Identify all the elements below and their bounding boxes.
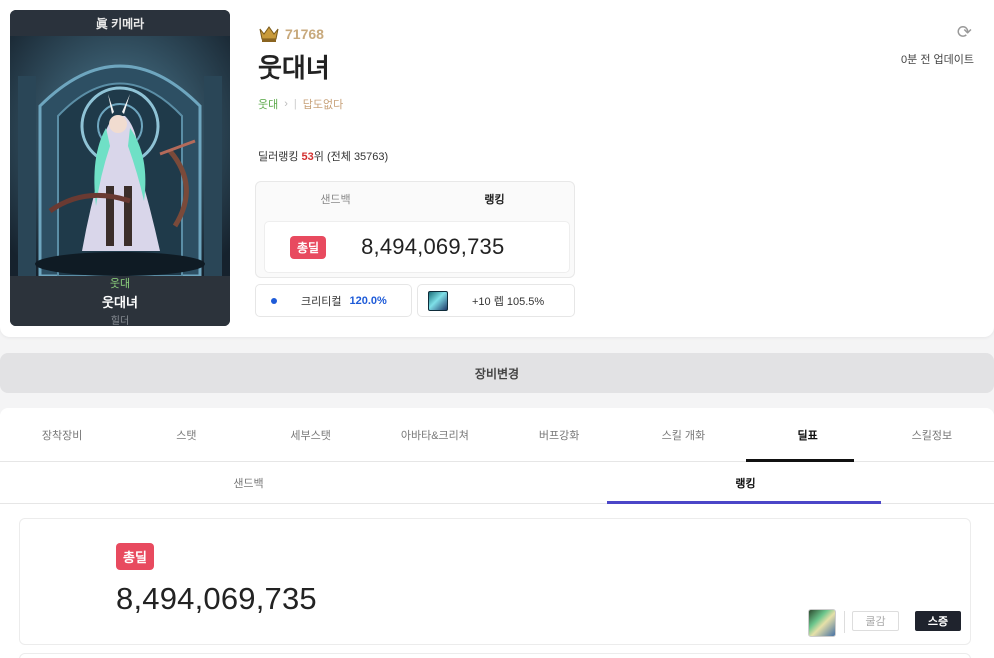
tab-skill-bloom[interactable]: 스킬 개화 xyxy=(621,408,745,461)
next-card-edge xyxy=(19,653,971,658)
damage-tabs: 샌드백 랭킹 xyxy=(256,182,574,216)
ranking-rank: 53 xyxy=(301,151,314,163)
total-damage-box: 총딜 8,494,069,735 xyxy=(264,221,570,273)
ranking-prefix: 딜러랭킹 xyxy=(258,151,299,163)
ranking-total: (전체 35763) xyxy=(326,151,389,163)
critical-value: 120.0% xyxy=(349,294,387,307)
total-damage-value: 8,494,069,735 xyxy=(361,234,505,259)
tab-ranking[interactable]: 랭킹 xyxy=(415,182,574,216)
tab-buff-enhance[interactable]: 버프강화 xyxy=(497,408,621,461)
subtab-sandbag[interactable]: 샌드백 xyxy=(0,462,497,503)
page-title: 웃대녀 xyxy=(258,53,330,83)
weapon-icon xyxy=(428,290,448,311)
chevron-right-icon: › xyxy=(284,98,288,110)
subtab-ranking[interactable]: 랭킹 xyxy=(497,462,994,504)
character-guild: 웃대 xyxy=(109,278,131,290)
character-portrait: 眞 키메라 웃대 웃대녀 힐더 xyxy=(10,10,230,326)
weapon-stat: +10 렙 105.5% xyxy=(417,284,575,317)
total-damage-large: 8,494,069,735 xyxy=(116,581,317,616)
skill-icon[interactable] xyxy=(808,609,836,637)
critical-label: 크리티컬 xyxy=(301,295,342,308)
tab-skill-info[interactable]: 스킬정보 xyxy=(870,408,994,461)
server-label: 眞 키메라 xyxy=(10,10,230,36)
fame-value: 71768 xyxy=(285,26,324,42)
divider xyxy=(844,611,845,633)
guild-link[interactable]: 웃대 xyxy=(258,96,278,112)
stack-toggle-button[interactable]: 스증 xyxy=(915,611,961,631)
critical-stat: 크리티컬 120.0% xyxy=(255,284,412,317)
character-job: 힐더 xyxy=(110,316,130,326)
divider: | xyxy=(293,98,297,110)
tab-stats[interactable]: 스탯 xyxy=(124,408,248,461)
damage-summary-panel: 샌드백 랭킹 총딜 8,494,069,735 xyxy=(255,181,575,278)
total-damage-badge: 총딜 xyxy=(116,543,154,570)
tab-damage-table[interactable]: 딜표 xyxy=(745,408,870,462)
sub-tabs: 샌드백 랭킹 xyxy=(0,462,994,504)
update-status: 0분 전 업데이트 xyxy=(901,54,974,66)
tab-avatar-creature[interactable]: 아바타&크리쳐 xyxy=(373,408,497,461)
ranking-suffix: 위 xyxy=(313,151,324,163)
tab-detail-stats[interactable]: 세부스탯 xyxy=(249,408,373,461)
total-damage-badge: 총딜 xyxy=(290,235,327,259)
profile-card: 眞 키메라 웃대 웃대녀 힐더 71768 웃대녀 웃대 › | 답도없다 ⟳ … xyxy=(0,0,994,337)
detail-section: 장착장비 스탯 세부스탯 아바타&크리쳐 버프강화 스킬 개화 딜표 스킬정보 … xyxy=(0,408,994,658)
equipment-change-button[interactable]: 장비변경 xyxy=(0,353,994,393)
refresh-icon[interactable]: ⟳ xyxy=(957,22,972,43)
fame-icon xyxy=(259,26,279,42)
dealer-ranking: 딜러랭킹 53위 (전체 35763) xyxy=(258,148,388,164)
cooldown-toggle-button[interactable]: 쿨감 xyxy=(852,611,899,631)
tab-sandbag[interactable]: 샌드백 xyxy=(256,182,415,216)
adventure-name[interactable]: 답도없다 xyxy=(303,96,343,112)
main-nav-tabs: 장착장비 스탯 세부스탯 아바타&크리쳐 버프강화 스킬 개화 딜표 스킬정보 xyxy=(0,408,994,462)
fame-row: 71768 xyxy=(258,25,324,43)
weapon-label: +10 렙 105.5% xyxy=(472,295,545,308)
critical-dot-icon xyxy=(271,297,277,304)
character-name: 웃대녀 xyxy=(102,295,138,310)
guild-row: 웃대 › | 답도없다 xyxy=(258,96,343,112)
damage-result-card: 총딜 8,494,069,735 쿨감 스증 xyxy=(19,518,971,645)
character-illustration xyxy=(10,36,230,276)
tab-equipment[interactable]: 장착장비 xyxy=(0,408,124,461)
character-info-footer: 웃대 웃대녀 힐더 xyxy=(10,276,230,326)
